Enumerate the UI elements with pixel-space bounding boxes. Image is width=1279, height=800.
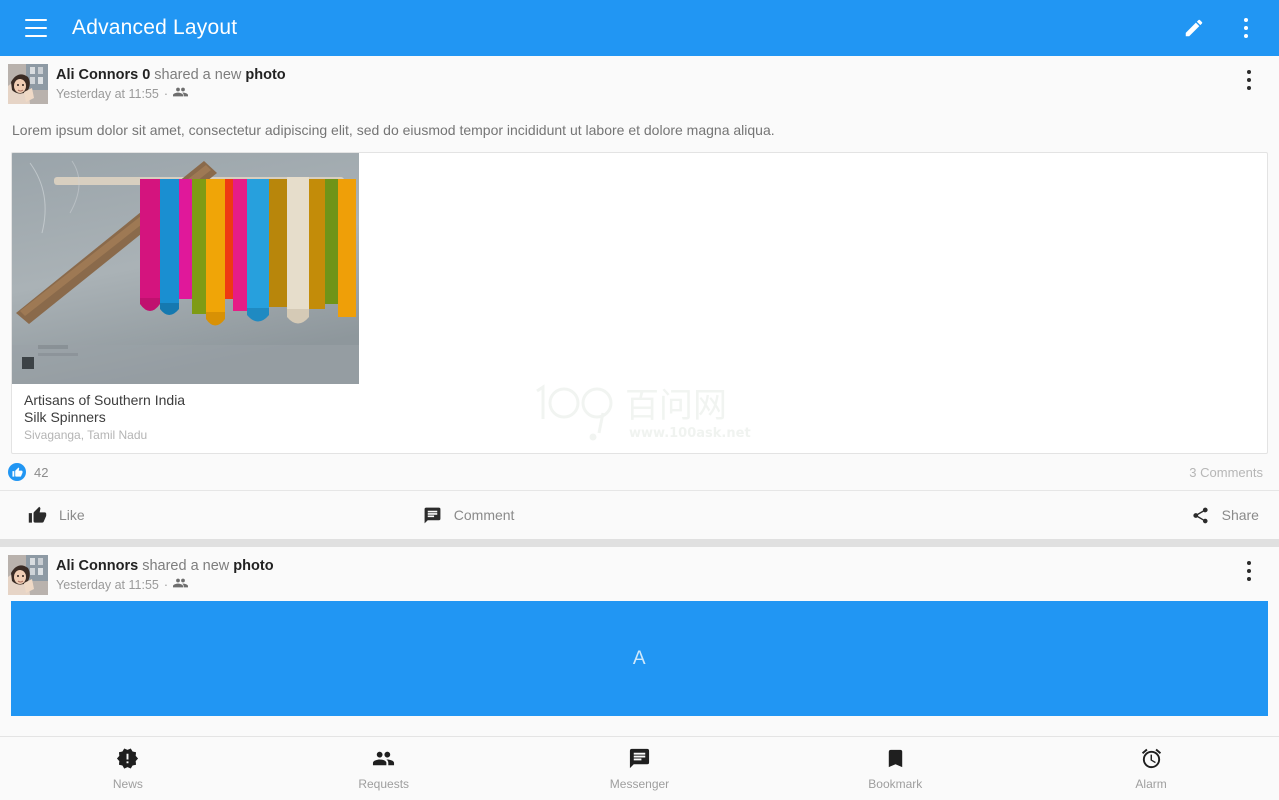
- dot-3: [1247, 577, 1251, 581]
- chat-message-icon: [628, 747, 651, 770]
- post-byline: Ali Connors shared a new photo: [56, 557, 1263, 575]
- group-people-icon: [173, 86, 189, 103]
- share-icon: [1191, 506, 1210, 525]
- feed-scroll-container[interactable]: Ali Connors 0 shared a new photo Yesterd…: [0, 56, 1279, 736]
- card-caption-title: Artisans of Southern India: [24, 392, 186, 408]
- menu-bar-2: [25, 27, 47, 29]
- thumb-up-circle-icon: [8, 463, 26, 481]
- comment-count[interactable]: 3 Comments: [1189, 465, 1263, 480]
- post-header: Ali Connors 0 shared a new photo Yesterd…: [0, 56, 1279, 110]
- post-actions-row: Like Comment Share: [0, 491, 1279, 539]
- post-divider: [0, 539, 1279, 547]
- post-timestamp: Yesterday at 11:55: [56, 578, 159, 592]
- nav-item-label: News: [112, 776, 143, 791]
- like-button[interactable]: Like: [0, 506, 85, 525]
- card-caption-subtitle: Silk Spinners: [24, 409, 106, 425]
- nav-item-label: Bookmark: [868, 776, 923, 791]
- nav-item-requests[interactable]: Requests: [256, 747, 512, 791]
- more-vert-icon-appbar[interactable]: [1229, 11, 1263, 45]
- dot-1: [1244, 18, 1248, 22]
- post-action-pre: shared a new: [142, 558, 230, 574]
- nav-item-label: Alarm: [1135, 776, 1167, 791]
- post-overflow-menu[interactable]: [1235, 557, 1263, 585]
- share-button[interactable]: Share: [1191, 506, 1279, 525]
- pencil-edit-icon[interactable]: [1177, 11, 1211, 45]
- post-header-text: Ali Connors shared a new photo Yesterday…: [56, 555, 1263, 594]
- post-action-object: photo: [233, 558, 274, 574]
- nav-item-news[interactable]: News: [0, 747, 256, 791]
- page-title: Advanced Layout: [72, 16, 238, 39]
- post-action-pre: shared a new: [154, 67, 242, 83]
- app-bar-actions: [1177, 11, 1263, 45]
- nav-item-label: Requests: [358, 776, 410, 791]
- menu-bar-1: [25, 19, 47, 21]
- avatar[interactable]: [8, 555, 48, 595]
- post-stats-row: 42 3 Comments: [0, 454, 1279, 491]
- dot-2: [1247, 569, 1251, 573]
- dot-3: [1244, 34, 1248, 38]
- post-meta: Yesterday at 11:55 ·: [56, 86, 1263, 103]
- dot-2: [1247, 78, 1251, 82]
- comment-button[interactable]: Comment: [423, 506, 515, 525]
- dot-1: [1247, 561, 1251, 565]
- post-meta: Yesterday at 11:55 ·: [56, 577, 1263, 594]
- share-button-label: Share: [1221, 507, 1259, 523]
- post-byline: Ali Connors 0 shared a new photo: [56, 66, 1263, 84]
- group-people-icon: [173, 577, 189, 594]
- menu-bar-3: [25, 35, 47, 37]
- people-group-icon: [372, 747, 395, 770]
- app-bar: Advanced Layout: [0, 0, 1279, 56]
- post-header-text: Ali Connors 0 shared a new photo Yesterd…: [56, 64, 1263, 103]
- nav-item-bookmark[interactable]: Bookmark: [767, 747, 1023, 791]
- post-item: Ali Connors shared a new photo Yesterday…: [0, 547, 1279, 716]
- alarm-clock-icon: [1140, 747, 1163, 770]
- avatar[interactable]: [8, 64, 48, 104]
- meta-separator: ·: [163, 578, 169, 592]
- bookmark-icon: [884, 747, 907, 770]
- card-caption-location: Sivaganga, Tamil Nadu: [24, 428, 148, 442]
- post-action-object: photo: [245, 67, 286, 83]
- nav-item-alarm[interactable]: Alarm: [1023, 747, 1279, 791]
- dot-2: [1244, 26, 1248, 30]
- alert-badge-icon: [116, 747, 139, 770]
- like-button-label: Like: [59, 507, 85, 523]
- bottom-navigation-bar: News Requests Messenger Bookmark Alarm: [0, 736, 1279, 800]
- nav-item-label: Messenger: [609, 776, 670, 791]
- placeholder-letter: A: [632, 647, 647, 669]
- post-author[interactable]: Ali Connors 0: [56, 67, 150, 83]
- post-item: Ali Connors 0 shared a new photo Yesterd…: [0, 56, 1279, 539]
- post-card-caption: Artisans of Southern India Silk Spinners…: [12, 384, 1267, 453]
- post-header: Ali Connors shared a new photo Yesterday…: [0, 547, 1279, 601]
- post-photo[interactable]: [12, 153, 359, 384]
- more-vert-icon: [1247, 67, 1251, 93]
- more-vert-dots: [1244, 15, 1248, 41]
- post-placeholder-media[interactable]: A: [11, 601, 1268, 716]
- nav-item-messenger[interactable]: Messenger: [512, 747, 768, 791]
- dot-3: [1247, 86, 1251, 90]
- post-overflow-menu[interactable]: [1235, 66, 1263, 94]
- post-timestamp: Yesterday at 11:55: [56, 87, 159, 101]
- comment-button-label: Comment: [453, 507, 515, 523]
- meta-separator: ·: [163, 87, 169, 101]
- hamburger-menu-icon[interactable]: [16, 8, 56, 48]
- post-author[interactable]: Ali Connors: [56, 558, 138, 574]
- thumb-up-icon: [28, 506, 47, 525]
- post-media-card[interactable]: Artisans of Southern India Silk Spinners…: [11, 152, 1268, 454]
- like-count: 42: [34, 464, 49, 480]
- comment-icon: [423, 506, 442, 525]
- dot-1: [1247, 70, 1251, 74]
- post-body-text: Lorem ipsum dolor sit amet, consectetur …: [12, 122, 775, 138]
- more-vert-icon: [1247, 558, 1251, 584]
